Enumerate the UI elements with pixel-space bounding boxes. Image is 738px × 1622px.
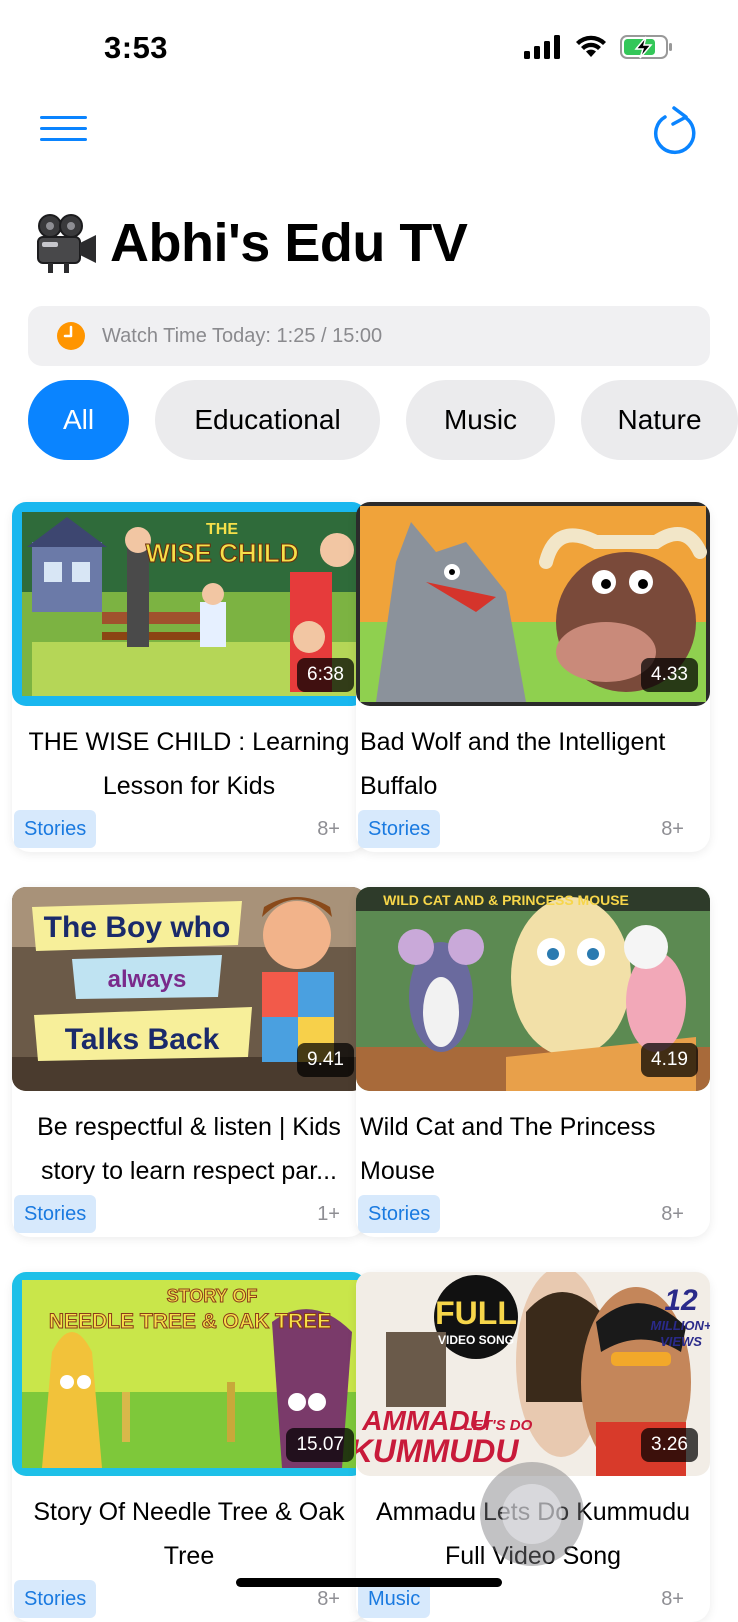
video-duration: 6:38 [297,658,354,692]
hamburger-menu-icon [40,127,87,130]
thumbnail-text: WISE CHILD [145,538,298,568]
battery-charging-icon [620,35,672,59]
thumbnail-text: FULL [435,1295,517,1331]
thumbnail-text: VIEWS [660,1334,702,1349]
video-thumbnail: STORY OF NEEDLE TREE & OAK TREE 15.07 [12,1272,366,1476]
video-duration: 3.26 [641,1428,698,1462]
video-title: Bad Wolf and the Intelligent Buffalo [360,728,666,800]
video-card[interactable]: 4.33 Bad Wolf and the Intelligent Buffal… [356,502,710,852]
age-rating: 8+ [317,818,340,840]
refresh-icon [654,106,696,155]
wifi-icon [576,35,606,57]
hamburger-menu-icon [40,116,87,119]
video-duration: 4.33 [641,658,698,692]
thumbnail-text: LET'S DO [464,1417,533,1434]
refresh-button[interactable] [652,104,702,158]
video-duration: 15.07 [286,1428,354,1462]
video-thumbnail: 4.33 [356,502,710,706]
thumbnail-text: 12 [664,1284,698,1317]
thumbnail-text: WILD CAT AND & PRINCESS MOUSE [383,892,629,908]
category-educational[interactable]: Educational [155,380,380,460]
hamburger-menu-icon [40,138,87,141]
video-card[interactable]: THE WISE CHILD 6:38 THE WISE CHILD : Lea… [12,502,366,852]
thumbnail-text: STORY OF [167,1286,258,1306]
thumbnail-text: NEEDLE TREE & OAK TREE [49,1310,331,1333]
watch-time-text: Watch Time Today: 1:25 / 15:00 [102,324,383,347]
menu-button[interactable] [38,114,90,146]
category-nature[interactable]: Nature [581,380,738,460]
movie-camera-icon [37,214,96,273]
category-all[interactable]: All [28,380,129,460]
watch-time-banner: Watch Time Today: 1:25 / 15:00 [28,306,710,366]
video-title: THE WISE CHILD : Learning Lesson for Kid… [28,728,350,800]
video-duration: 4.19 [641,1043,698,1077]
video-card[interactable]: WILD CAT AND & PRINCESS MOUSE 4.19 Wild … [356,887,710,1237]
thumbnail-text: THE [206,521,238,538]
age-rating: 8+ [661,1203,684,1225]
video-duration: 9.41 [297,1043,354,1077]
page-header: Abhi's Edu TV [34,208,468,278]
category-tag: Stories [358,1195,441,1233]
status-bar: 3:53 [0,0,738,90]
category-tag: Stories [14,810,97,848]
assistive-touch-button[interactable] [480,1462,584,1566]
status-time: 3:53 [104,30,169,65]
video-title: Be respectful & listen | Kids story to l… [37,1113,341,1185]
home-indicator[interactable] [236,1578,502,1587]
video-title: Wild Cat and The Princess Mouse [360,1113,656,1185]
thumbnail-text: VIDEO SONG [438,1333,514,1347]
page-title: Abhi's Edu TV [110,213,468,273]
clock-icon [57,322,85,350]
video-card[interactable]: The Boy who always Talks Back 9.41 Be re… [12,887,366,1237]
cellular-signal-icon [524,35,560,59]
thumbnail-text: The Boy who [44,911,231,944]
category-music[interactable]: Music [406,380,555,460]
age-rating: 8+ [661,818,684,840]
age-rating: 1+ [317,1203,340,1225]
video-title: Story Of Needle Tree & Oak Tree [33,1498,345,1570]
video-card[interactable]: STORY OF NEEDLE TREE & OAK TREE 15.07 St… [12,1272,366,1622]
video-thumbnail: FULL VIDEO SONG 12 MILLION+ VIEWS AMMADU… [356,1272,710,1476]
category-tag: Stories [14,1580,97,1618]
thumbnail-text: KUMMUDU [356,1433,519,1469]
thumbnail-text: MILLION+ [650,1318,710,1333]
status-icons [524,34,674,60]
video-thumbnail: THE WISE CHILD 6:38 [12,502,366,706]
thumbnail-text: Talks Back [65,1023,220,1056]
category-tag: Stories [358,810,441,848]
video-thumbnail: WILD CAT AND & PRINCESS MOUSE 4.19 [356,887,710,1091]
video-thumbnail: The Boy who always Talks Back 9.41 [12,887,366,1091]
thumbnail-text: always [108,966,187,993]
video-card[interactable]: FULL VIDEO SONG 12 MILLION+ VIEWS AMMADU… [356,1272,710,1622]
category-tag: Stories [14,1195,97,1233]
